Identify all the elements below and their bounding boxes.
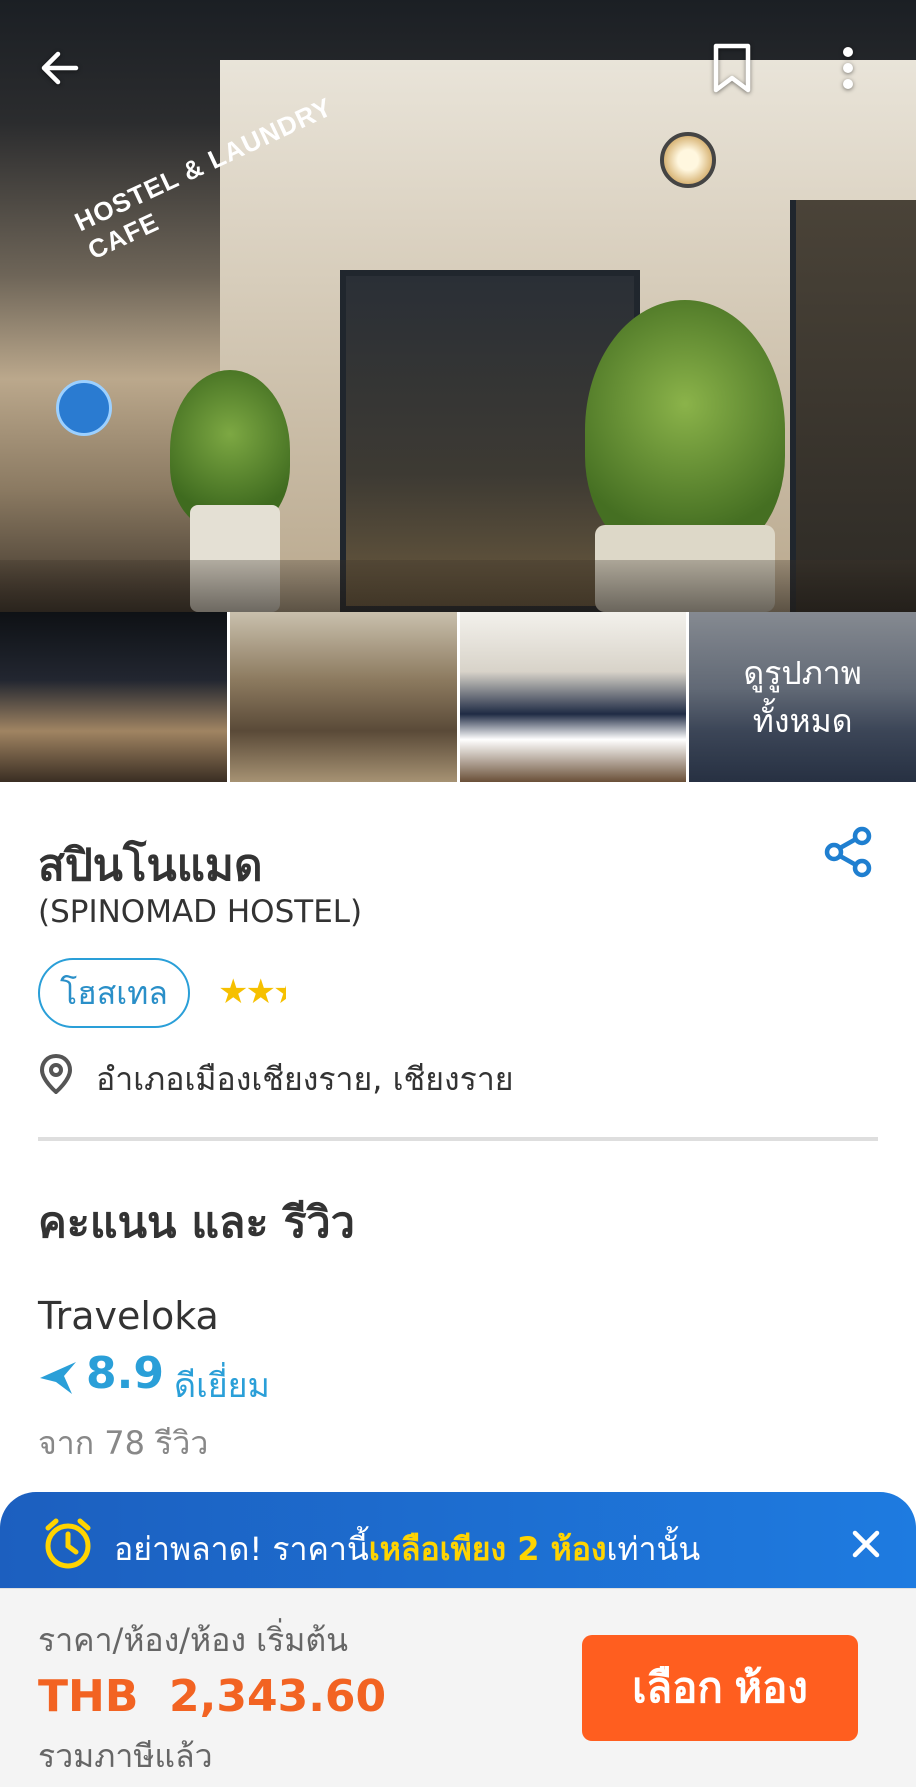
property-type-badge: โฮสเทล <box>38 958 190 1028</box>
bookmark-button[interactable] <box>700 36 764 100</box>
location-pin-icon <box>39 1054 73 1094</box>
share-button[interactable] <box>822 826 874 878</box>
hotel-name: สปินโนแมด <box>38 840 263 891</box>
arrow-left-icon <box>41 51 79 85</box>
review-provider: Traveloka <box>38 1294 219 1338</box>
photo-thumbnail-strip: ดูรูปภาพ ทั้งหมด <box>0 612 916 782</box>
more-vertical-icon <box>843 47 853 89</box>
price-value: THB 2,343.60 <box>38 1671 387 1722</box>
review-count[interactable]: จาก 78 รีวิว <box>38 1418 208 1469</box>
banner-close-button[interactable] <box>838 1516 894 1572</box>
urgency-banner: อย่าพลาด! ราคานี้เหลือเพียง 2 ห้องเท่านั… <box>0 1492 916 1600</box>
hero-floor <box>0 560 916 612</box>
hero-sign-logo <box>56 380 112 436</box>
rating-score: 8.9 <box>86 1348 164 1399</box>
reviews-section-title: คะแนน และ รีวิว <box>38 1198 355 1248</box>
star-rating-stars: ★★★ <box>218 972 303 1012</box>
see-all-overlay: ดูรูปภาพ ทั้งหมด <box>689 612 916 782</box>
hero-photo[interactable]: HOSTEL & LAUNDRY CAFE <box>0 0 916 612</box>
hero-lamp <box>660 132 716 188</box>
thumbnail-lobby[interactable] <box>229 612 457 782</box>
tax-note: รวมภาษีแล้ว <box>38 1737 213 1775</box>
see-all-photos-label: ดูรูปภาพ ทั้งหมด <box>743 654 862 740</box>
rating-label: ดีเยี่ยม <box>174 1366 270 1406</box>
urgency-suffix: เท่านั้น <box>606 1530 701 1568</box>
hero-side-window <box>790 200 916 612</box>
bottom-price-bar: ราคา/ห้อง/ห้อง เริ่มต้น THB 2,343.60 รวม… <box>0 1588 916 1787</box>
hotel-location[interactable]: อำเภอเมืองเชียงราย, เชียงราย <box>96 1054 514 1105</box>
section-divider <box>38 1137 878 1141</box>
traveloka-bird-icon <box>40 1362 76 1394</box>
hero-plant-right <box>585 300 785 560</box>
urgency-highlight: เหลือเพียง 2 ห้อง <box>368 1530 607 1568</box>
more-button[interactable] <box>816 36 880 100</box>
thumbnail-see-all[interactable]: ดูรูปภาพ ทั้งหมด <box>689 612 916 782</box>
close-icon <box>852 1530 880 1558</box>
urgency-message: อย่าพลาด! ราคานี้เหลือเพียง 2 ห้องเท่านั… <box>114 1524 700 1575</box>
price-label: ราคา/ห้อง/ห้อง เริ่มต้น <box>38 1621 349 1659</box>
share-icon <box>824 826 872 878</box>
alarm-clock-icon <box>45 1518 91 1569</box>
star-rating: ★★★ <box>218 972 303 1012</box>
urgency-prefix: อย่าพลาด! ราคานี้ <box>114 1530 369 1568</box>
back-button[interactable] <box>28 36 92 100</box>
select-room-button[interactable]: เลือก ห้อง <box>582 1635 858 1741</box>
bookmark-icon <box>713 43 751 93</box>
thumbnail-bedroom[interactable] <box>459 612 687 782</box>
hotel-subtitle: (SPINOMAD HOSTEL) <box>38 894 363 930</box>
thumbnail-exterior[interactable] <box>0 612 227 782</box>
